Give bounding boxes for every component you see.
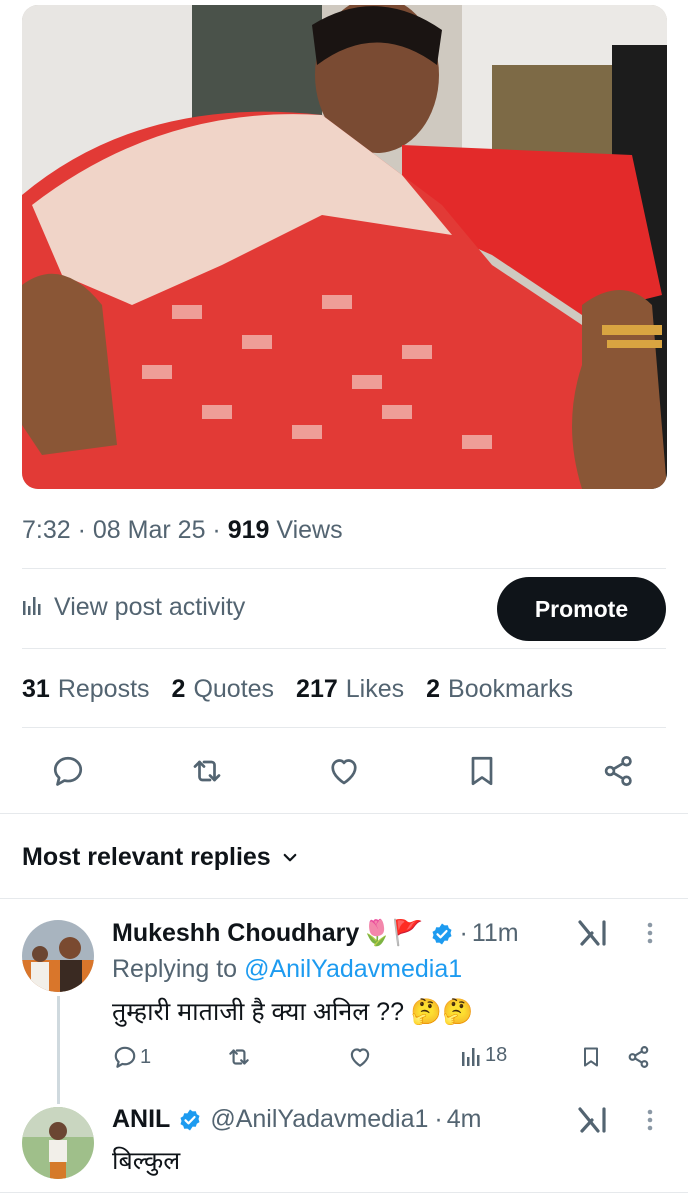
divider [0,813,688,814]
reply-author-handle[interactable]: @AnilYadavmedia1 [210,1105,428,1134]
quotes-count: 2 [171,675,186,703]
quotes-label: Quotes [193,675,275,703]
share-icon [604,756,632,786]
post-time: 7:32 [22,516,71,544]
post-action-bar [22,748,666,794]
bookmark-button[interactable] [459,748,505,794]
reply-text: तुम्हारी माताजी है क्या अनिल ?? 🤔🤔 [112,998,474,1026]
repost-action[interactable] [226,1044,252,1070]
verified-badge-icon [180,1109,200,1130]
like-button[interactable] [321,748,367,794]
engagement-stats: 31 Reposts 2 Quotes 217 Likes 2 Bookmarks [22,675,573,704]
likes-label: Likes [345,675,405,703]
divider [22,568,666,569]
views-action[interactable]: 18 [461,1044,507,1067]
divider [22,727,666,728]
reply-time: 4m [446,1105,482,1133]
reply-text: बिल्कुल [112,1147,181,1175]
reply-header: Mukeshh Choudhary 🌷🚩 · 11m [112,919,519,948]
divider [22,648,666,649]
reply-time: 11m [471,919,519,947]
thread-line [57,996,60,1104]
bookmark-action[interactable] [579,1044,603,1070]
reposts-count: 31 [22,675,50,703]
replying-to: Replying to @AnilYadavmedia1 [112,955,462,984]
heart-icon [331,759,357,785]
likes-count: 217 [296,675,338,703]
share-button[interactable] [596,748,642,794]
replying-prefix: Replying to [112,955,238,983]
like-action[interactable] [347,1044,373,1070]
verified-badge-icon [432,923,452,944]
grok-icon[interactable] [578,920,608,951]
replies-header: Most relevant replies [22,843,271,871]
views-count: 919 [227,516,270,544]
bookmark-icon [471,756,493,786]
repost-icon [229,1049,249,1065]
avatar[interactable] [22,1107,94,1179]
reposts-stat[interactable]: 31 Reposts [22,675,150,704]
share-action[interactable] [626,1044,652,1070]
post-date: 08 Mar 25 [92,516,206,544]
reposts-label: Reposts [57,675,150,703]
reply-button[interactable] [45,748,91,794]
divider [0,898,688,899]
reply-author-name[interactable]: Mukeshh Choudhary [112,919,359,948]
analytics-icon [22,593,44,622]
repost-icon [193,760,221,782]
name-emoji: 🌷🚩 [361,919,424,947]
bookmarks-count: 2 [426,675,441,703]
analytics-icon [462,1047,480,1066]
reply-author-name[interactable]: ANIL [112,1105,170,1134]
reply-count: 1 [140,1045,152,1068]
post-image[interactable] [22,5,667,489]
bookmarks-stat[interactable]: 2 Bookmarks [426,675,573,704]
grok-icon[interactable] [578,1107,608,1138]
reply-icon [53,756,83,786]
post-meta: 7:32 · 08 Mar 25 · 919 Views [22,516,343,544]
bookmark-icon [584,1047,598,1067]
replies-sort-dropdown[interactable]: Most relevant replies [22,843,299,872]
likes-stat[interactable]: 217 Likes [296,675,404,704]
divider [0,1192,688,1193]
chevron-down-icon [283,853,297,861]
heart-icon [350,1048,370,1067]
activity-label: View post activity [54,593,246,621]
view-post-activity[interactable]: View post activity [22,593,245,622]
bookmarks-label: Bookmarks [448,675,574,703]
more-options-icon[interactable] [644,1107,656,1138]
reply-header: ANIL @AnilYadavmedia1 · 4m [112,1105,482,1134]
share-icon [628,1046,649,1068]
more-options-icon[interactable] [644,920,656,951]
avatar[interactable] [22,920,94,992]
reply-action[interactable]: 1 [112,1044,151,1070]
views-label: Views [276,516,343,544]
promote-button[interactable]: Promote [497,577,666,641]
quotes-stat[interactable]: 2 Quotes [172,675,275,704]
repost-button[interactable] [184,748,230,794]
reply-icon [114,1046,136,1068]
reply-views-count: 18 [485,1044,508,1066]
replying-handle-link[interactable]: @AnilYadavmedia1 [244,955,462,984]
